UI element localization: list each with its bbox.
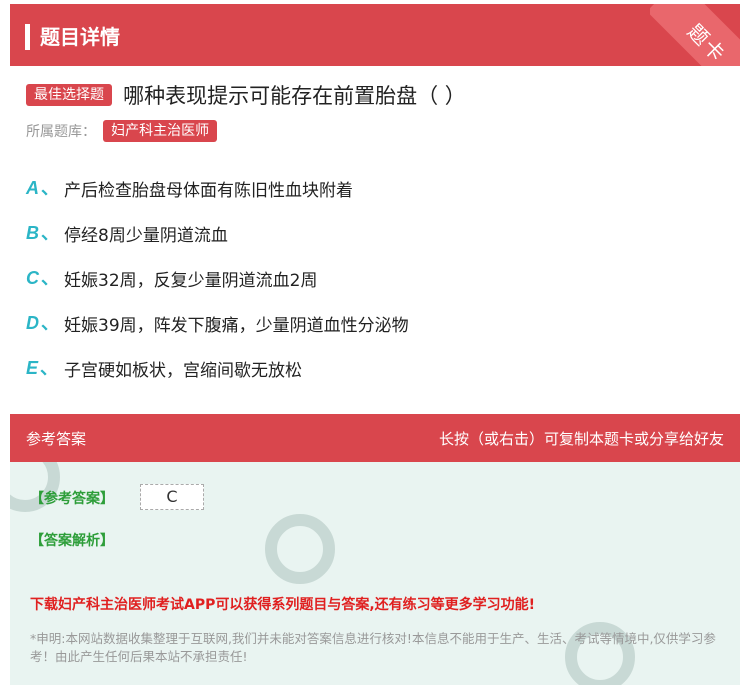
option-text: 子宫硬如板状，宫缩间歇无放松 xyxy=(64,361,302,381)
option-text: 产后检查胎盘母体面有陈旧性血块附着 xyxy=(64,181,353,201)
option-text: 妊娠39周，阵发下腹痛，少量阴道血性分泌物 xyxy=(64,316,409,336)
question-row: 最佳选择题 哪种表现提示可能存在前置胎盘（ ） xyxy=(26,80,726,110)
option-text: 妊娠32周，反复少量阴道流血2周 xyxy=(64,271,318,291)
header-bar: 题目详情 题卡 xyxy=(10,4,740,66)
option-letter: E、 xyxy=(26,358,59,378)
option-letter: A、 xyxy=(26,178,59,198)
ribbon-label: 题卡 xyxy=(650,4,740,66)
option-d[interactable]: D、 妊娠39周，阵发下腹痛，少量阴道血性分泌物 xyxy=(26,307,726,352)
answer-bar[interactable]: 参考答案 长按（或右击）可复制本题卡或分享给好友 xyxy=(10,414,740,462)
answer-body: 【参考答案】 C 【答案解析】 下载妇产科主治医师考试APP可以获得系列题目与答… xyxy=(10,462,740,685)
download-promo-link[interactable]: 下载妇产科主治医师考试APP可以获得系列题目与答案,还有练习等更多学习功能! xyxy=(30,594,535,614)
watermark-logo-icon xyxy=(265,514,335,584)
option-a[interactable]: A、 产后检查胎盘母体面有陈旧性血块附着 xyxy=(26,172,726,217)
library-label: 所属题库： xyxy=(26,124,96,140)
question-text: 哪种表现提示可能存在前置胎盘（ ） xyxy=(123,84,466,108)
answer-bar-title: 参考答案 xyxy=(26,430,87,448)
page-title: 题目详情 xyxy=(40,25,120,49)
question-card: 题目详情 题卡 最佳选择题 哪种表现提示可能存在前置胎盘（ ） 所属题库： 妇产… xyxy=(10,0,740,685)
ribbon-corner: 题卡 xyxy=(650,4,740,66)
analysis-label: 【答案解析】 xyxy=(30,533,114,549)
share-hint: 长按（或右击）可复制本题卡或分享给好友 xyxy=(438,430,724,448)
option-letter: D、 xyxy=(26,313,59,333)
answer-value: C xyxy=(140,484,204,510)
option-b[interactable]: B、 停经8周少量阴道流血 xyxy=(26,217,726,262)
answer-label: 【参考答案】 xyxy=(30,491,114,507)
option-letter: B、 xyxy=(26,223,59,243)
title-accent-bar xyxy=(25,24,30,50)
option-e[interactable]: E、 子宫硬如板状，宫缩间歇无放松 xyxy=(26,352,726,397)
disclaimer-text: *申明:本网站数据收集整理于互联网,我们并未能对答案信息进行核对!本信息不能用于… xyxy=(30,631,716,664)
option-letter: C、 xyxy=(26,268,59,288)
question-type-badge: 最佳选择题 xyxy=(26,84,112,106)
option-c[interactable]: C、 妊娠32周，反复少量阴道流血2周 xyxy=(26,262,726,307)
library-badge[interactable]: 妇产科主治医师 xyxy=(103,120,218,142)
options-list: A、 产后检查胎盘母体面有陈旧性血块附着 B、 停经8周少量阴道流血 C、 妊娠… xyxy=(26,172,726,397)
library-row: 所属题库： 妇产科主治医师 xyxy=(26,120,218,144)
option-text: 停经8周少量阴道流血 xyxy=(64,226,228,246)
